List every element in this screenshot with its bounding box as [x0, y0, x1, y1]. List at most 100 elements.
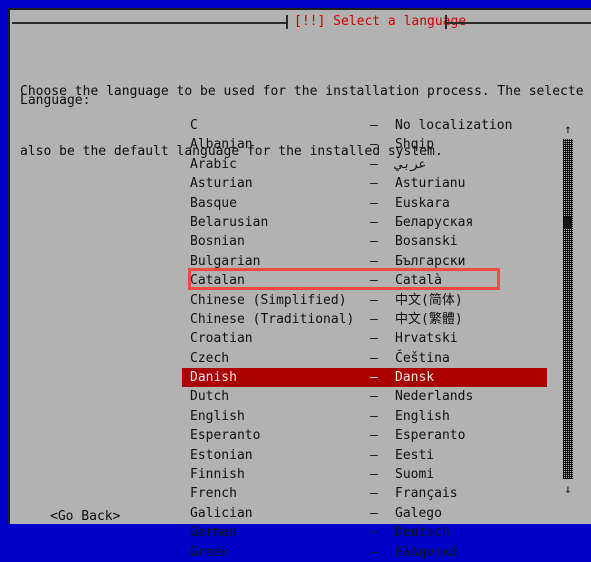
language-row-native-name: عربي	[395, 156, 427, 172]
language-row[interactable]: Bosnian – Bosanski	[182, 232, 547, 251]
language-row[interactable]: Esperanto – Esperanto	[182, 426, 547, 445]
language-row-separator: –	[370, 292, 378, 308]
language-row-native-name: 中文(简体)	[395, 292, 463, 308]
language-row-name: Galician	[190, 505, 253, 521]
language-row-separator: –	[370, 176, 378, 192]
language-row-native-name: English	[395, 408, 450, 424]
intro-line-1: Choose the language to be used for the i…	[20, 84, 584, 99]
language-row-separator: –	[370, 311, 378, 327]
language-row[interactable]: English – English	[182, 407, 547, 426]
language-row-name: Dutch	[190, 389, 230, 405]
language-row[interactable]: Greek – Ελληνικά	[182, 543, 547, 562]
language-row-name: Esperanto	[190, 428, 261, 444]
installer-backdrop: [!!] Select a language Choose the langua…	[0, 0, 591, 560]
language-row-name: Bosnian	[190, 234, 245, 250]
language-row-native-name: Беларуская	[395, 214, 474, 230]
language-row-separator: –	[370, 370, 378, 386]
language-row-separator: –	[370, 331, 378, 347]
language-row-native-name: Български	[395, 253, 466, 269]
language-row[interactable]: Chinese (Simplified) – 中文(简体)	[182, 291, 547, 310]
language-row-name: Basque	[190, 195, 237, 211]
dialog-title: [!!] Select a language	[294, 14, 467, 29]
language-row-separator: –	[370, 214, 378, 230]
titlebar-tick-left	[286, 15, 288, 29]
go-back-button[interactable]: <Go Back>	[50, 508, 120, 526]
language-row-separator: –	[370, 447, 378, 463]
language-row-separator: –	[370, 467, 378, 483]
language-row-separator: –	[370, 350, 378, 366]
language-row-native-name: Suomi	[395, 467, 435, 483]
language-row[interactable]: Basque – Euskara	[182, 194, 547, 213]
language-row-separator: –	[370, 505, 378, 521]
language-row-name: Bulgarian	[190, 253, 261, 269]
language-row-name: Chinese (Simplified)	[190, 292, 347, 308]
language-row-native-name: Euskara	[395, 195, 450, 211]
language-row-name: Albanian	[190, 137, 253, 153]
language-label: Language:	[20, 93, 91, 108]
language-list[interactable]: C – No localization Albanian – Shqip Arabic – عر…	[182, 116, 547, 560]
language-row-separator: –	[370, 428, 378, 444]
scrollbar-thumb[interactable]	[564, 217, 572, 229]
language-row[interactable]: Asturian – Asturianu	[182, 174, 547, 193]
language-row-native-name: Deutsch	[395, 525, 450, 541]
select-language-dialog: [!!] Select a language Choose the langua…	[8, 8, 591, 560]
language-row-separator: –	[370, 525, 378, 541]
language-row-separator: –	[370, 156, 378, 172]
language-row-name: German	[190, 525, 237, 541]
language-row-name: Greek	[190, 544, 230, 560]
language-row-native-name: Čeština	[395, 350, 450, 366]
language-row[interactable]: Croatian – Hrvatski	[182, 329, 547, 348]
language-list-scrollbar[interactable]: ↑ ↓	[558, 116, 578, 501]
language-row-name: Estonian	[190, 447, 253, 463]
language-row-separator: –	[370, 137, 378, 153]
language-row-name: Czech	[190, 350, 230, 366]
language-row[interactable]: C – No localization	[182, 116, 547, 135]
language-row[interactable]: Catalan – Català	[182, 271, 547, 290]
language-row[interactable]: Czech – Čeština	[182, 349, 547, 368]
language-row[interactable]: Bulgarian – Български	[182, 252, 547, 271]
language-row-separator: –	[370, 544, 378, 560]
language-row-separator: –	[370, 253, 378, 269]
language-row[interactable]: Estonian – Eesti	[182, 446, 547, 465]
language-row-separator: –	[370, 118, 378, 133]
language-row[interactable]: Dutch – Nederlands	[182, 387, 547, 406]
language-row[interactable]: Finnish – Suomi	[182, 465, 547, 484]
language-row-native-name: Ελληνικά	[395, 544, 458, 560]
language-row-separator: –	[370, 195, 378, 211]
scrollbar-trough[interactable]	[563, 139, 573, 479]
language-row[interactable]: Chinese (Traditional) – 中文(繁體)	[182, 310, 547, 329]
scroll-up-arrow-icon[interactable]: ↑	[558, 120, 578, 138]
language-row-name: C	[190, 118, 198, 133]
language-row-name: Belarusian	[190, 214, 269, 230]
language-row-native-name: Asturianu	[395, 176, 466, 192]
titlebar-rule-right	[447, 22, 591, 24]
dialog-titlebar: [!!] Select a language	[10, 10, 591, 34]
language-row-separator: –	[370, 408, 378, 424]
language-row-native-name: Nederlands	[395, 389, 474, 405]
language-row-name: Arabic	[190, 156, 237, 172]
language-row-native-name: Hrvatski	[395, 331, 458, 347]
language-row-native-name: Shqip	[395, 137, 435, 153]
language-row[interactable]: Galician – Galego	[182, 504, 547, 523]
language-row[interactable]: Arabic – عربي	[182, 155, 547, 174]
language-row-native-name: Bosanski	[395, 234, 458, 250]
language-row[interactable]: Danish – Dansk	[182, 368, 547, 388]
language-row-native-name: Eesti	[395, 447, 435, 463]
language-row-name: Finnish	[190, 467, 245, 483]
language-row-native-name: Galego	[395, 505, 442, 521]
language-row-name: French	[190, 486, 237, 502]
language-row-name: Asturian	[190, 176, 253, 192]
language-row-native-name: Dansk	[395, 370, 435, 386]
language-row-name: English	[190, 408, 245, 424]
language-row-name: Chinese (Traditional)	[190, 311, 355, 327]
language-row[interactable]: French – Français	[182, 484, 547, 503]
language-row-native-name: Esperanto	[395, 428, 466, 444]
language-row[interactable]: German – Deutsch	[182, 523, 547, 542]
language-row-separator: –	[370, 234, 378, 250]
titlebar-rule-left	[12, 22, 286, 24]
language-row-name: Danish	[190, 370, 237, 386]
language-row[interactable]: Albanian – Shqip	[182, 135, 547, 154]
language-row-native-name: Català	[395, 273, 442, 289]
language-row[interactable]: Belarusian – Беларуская	[182, 213, 547, 232]
scroll-down-arrow-icon[interactable]: ↓	[558, 480, 578, 498]
